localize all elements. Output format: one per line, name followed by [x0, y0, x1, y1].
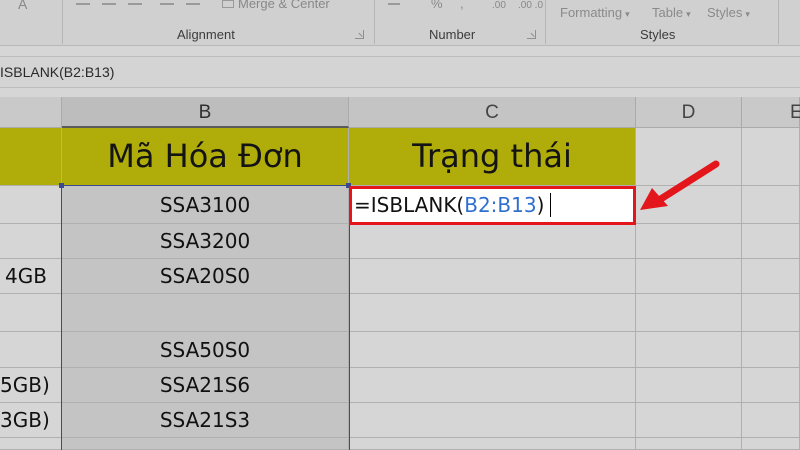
format-as-table-button[interactable]: Table ▾	[652, 5, 691, 20]
decrease-indent-icon[interactable]	[160, 3, 174, 5]
formula-suffix: )	[536, 193, 545, 217]
cell-b2[interactable]: SSA3100	[62, 186, 349, 224]
cell-e4[interactable]	[742, 259, 800, 294]
cell-a8[interactable]: 3GB)	[0, 403, 62, 438]
formula-bar[interactable]: ISBLANK(B2:B13)	[0, 56, 800, 88]
cell-d4[interactable]	[636, 259, 742, 294]
cell-b4[interactable]: SSA20S0	[62, 259, 349, 294]
percent-style-icon[interactable]: %	[431, 0, 443, 11]
formula-prefix: =ISBLANK(	[354, 193, 465, 217]
formula-gap	[0, 88, 800, 97]
increase-indent-icon[interactable]	[186, 3, 200, 5]
chevron-down-icon: ▾	[686, 9, 691, 19]
cell-e1[interactable]	[742, 128, 800, 186]
cell-e8[interactable]	[742, 403, 800, 438]
merge-icon	[222, 0, 234, 8]
font-color-label[interactable]: A	[18, 0, 27, 12]
cell-a3[interactable]	[0, 224, 62, 259]
cell-c9[interactable]	[349, 438, 636, 450]
number-dialog-launcher-icon[interactable]	[527, 30, 536, 39]
cell-e5[interactable]	[742, 294, 800, 332]
cell-b3[interactable]: SSA3200	[62, 224, 349, 259]
align-center-icon[interactable]	[102, 3, 116, 5]
column-header-e[interactable]: E	[742, 97, 800, 128]
cell-c3[interactable]	[349, 224, 636, 259]
cell-a7[interactable]: 5GB)	[0, 368, 62, 403]
column-header-a[interactable]	[0, 97, 62, 128]
group-label-alignment: Alignment	[177, 27, 235, 42]
ribbon-separator	[374, 0, 375, 44]
cell-e6[interactable]	[742, 332, 800, 368]
cell-c6[interactable]	[349, 332, 636, 368]
cell-c1[interactable]: Trạng thái	[349, 128, 636, 186]
selection-handle[interactable]	[59, 183, 64, 188]
cell-d9[interactable]	[636, 438, 742, 450]
column-header-d[interactable]: D	[636, 97, 742, 128]
chevron-down-icon: ▾	[625, 9, 630, 19]
cell-styles-label: Styles	[707, 5, 743, 20]
cell-b6[interactable]: SSA50S0	[62, 332, 349, 368]
increase-decimal-icon[interactable]: .00 .0	[518, 0, 543, 11]
cell-e9[interactable]	[742, 438, 800, 450]
cell-b8[interactable]: SSA21S3	[62, 403, 349, 438]
cell-d5[interactable]	[636, 294, 742, 332]
cell-b1[interactable]: Mã Hóa Đơn	[62, 128, 349, 186]
ribbon-separator	[778, 0, 779, 44]
cell-e7[interactable]	[742, 368, 800, 403]
formula-bar-text[interactable]: ISBLANK(B2:B13)	[0, 64, 114, 80]
cell-a9[interactable]	[0, 438, 62, 450]
cell-b7[interactable]: SSA21S6	[62, 368, 349, 403]
merge-center-label: Merge & Center	[238, 0, 330, 11]
cell-c2-editing[interactable]: =ISBLANK(B2:B13)	[349, 186, 636, 225]
format-as-table-label: Table	[652, 5, 684, 20]
column-header-c[interactable]: C	[349, 97, 636, 128]
ribbon-gap	[0, 46, 800, 56]
cell-d3[interactable]	[636, 224, 742, 259]
cell-styles-button[interactable]: Styles ▾	[707, 5, 750, 20]
cell-a5[interactable]	[0, 294, 62, 332]
accounting-format-icon[interactable]	[388, 3, 400, 5]
cell-d7[interactable]	[636, 368, 742, 403]
cell-d6[interactable]	[636, 332, 742, 368]
ribbon-separator	[545, 0, 546, 44]
chevron-down-icon: ▾	[745, 9, 750, 19]
cell-b5[interactable]	[62, 294, 349, 332]
align-right-icon[interactable]	[128, 3, 142, 5]
alignment-dialog-launcher-icon[interactable]	[355, 30, 364, 39]
conditional-formatting-label: Formatting	[560, 5, 623, 20]
ribbon: A Merge & Center Alignment % , .00 .00 .…	[0, 0, 800, 46]
cell-e2[interactable]	[742, 186, 800, 224]
cell-c4[interactable]	[349, 259, 636, 294]
cell-c7[interactable]	[349, 368, 636, 403]
cell-a6[interactable]	[0, 332, 62, 368]
column-header-b[interactable]: B	[62, 97, 349, 128]
cell-a1[interactable]	[0, 128, 62, 186]
cell-e3[interactable]	[742, 224, 800, 259]
merge-center-button[interactable]: Merge & Center	[222, 0, 330, 11]
decrease-decimal-icon[interactable]: .00	[492, 0, 506, 11]
ribbon-separator	[62, 0, 63, 44]
text-caret	[550, 193, 552, 217]
conditional-formatting-button[interactable]: Formatting ▾	[560, 5, 630, 20]
cell-d8[interactable]	[636, 403, 742, 438]
cell-b9[interactable]	[62, 438, 349, 450]
cell-a4[interactable]: 4GB	[0, 259, 62, 294]
cell-a2[interactable]	[0, 186, 62, 224]
cell-c8[interactable]	[349, 403, 636, 438]
red-arrow-icon	[640, 160, 720, 210]
align-left-icon[interactable]	[76, 3, 90, 5]
comma-style-icon[interactable]: ,	[460, 0, 464, 11]
group-label-number: Number	[429, 27, 476, 42]
cell-c5[interactable]	[349, 294, 636, 332]
formula-range-ref: B2:B13	[464, 193, 537, 217]
group-label-styles: Styles	[640, 27, 676, 42]
